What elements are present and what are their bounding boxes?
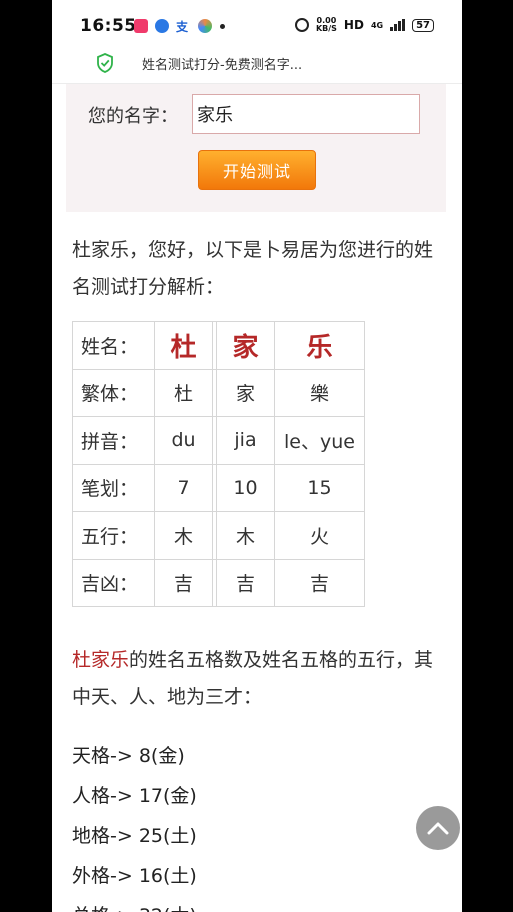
row-label: 姓名： [72, 321, 155, 370]
notification-app-icon [198, 19, 212, 33]
table-cell: jia [216, 416, 275, 465]
page-content[interactable]: 您的名字： 开始测试 杜家乐，您好，以下是卜易居为您进行的姓名测试打分解析： 姓… [52, 84, 462, 912]
table-cell: 杜 [154, 368, 213, 417]
table-row: 姓名：杜家乐 [72, 321, 365, 370]
more-notifications-dot-icon [220, 24, 225, 29]
table-row: 拼音： du jia le、yue [72, 416, 365, 465]
network-type: 4G [370, 20, 384, 30]
table-row: 笔划： 7 10 15 [72, 463, 365, 512]
table-cell: 吉 [274, 558, 365, 607]
table-cell: 10 [216, 463, 275, 512]
status-right-group: 0.00 KB/S HD 4G 57 [294, 17, 434, 33]
name-test-form: 您的名字： 开始测试 [66, 84, 446, 212]
wuge-intro: 杜家乐的姓名五格数及姓名五格的五行，其中天、人、地为三才： [72, 642, 442, 716]
table-cell: 15 [274, 463, 365, 512]
table-cell: 火 [274, 511, 365, 560]
table-cell: 木 [216, 511, 275, 560]
table-cell: 吉 [216, 558, 275, 607]
table-cell: 乐 [274, 321, 365, 370]
row-label: 吉凶： [72, 558, 155, 607]
table-row: 吉凶：吉吉吉 [72, 558, 365, 607]
alipay-icon: 支 [176, 20, 189, 34]
wuge-grid-list: 天格-> 8(金) 人格-> 17(金) 地格-> 25(土) 外格-> 16(土) 总… [72, 736, 197, 912]
scroll-top-button[interactable] [416, 806, 460, 850]
row-label: 繁体： [72, 368, 155, 417]
list-item: 人格-> 17(金) [72, 785, 197, 807]
table-cell: 家 [216, 321, 275, 370]
notification-app-icon [155, 19, 169, 33]
table-cell: 杜 [154, 321, 213, 370]
status-bar: 16:55 支 0.00 KB/S HD 4G 57 [52, 0, 462, 44]
table-row: 繁体：杜家樂 [72, 368, 365, 417]
table-cell: 家 [216, 368, 275, 417]
phone-screen: 16:55 支 0.00 KB/S HD 4G 57 姓名测试打分-免费测名字.… [52, 0, 462, 912]
chevron-up-icon [427, 822, 449, 835]
table-cell: 吉 [154, 558, 213, 607]
table-cell: 樂 [274, 368, 365, 417]
table-cell: 7 [154, 463, 213, 512]
page-title: 姓名测试打分-免费测名字... [142, 58, 303, 73]
table-cell: du [154, 416, 213, 465]
table-cell: 木 [154, 511, 213, 560]
list-item: 总格-> 32(木) [72, 896, 197, 912]
signal-icon [390, 19, 406, 31]
name-input[interactable] [192, 94, 420, 134]
notification-app-icon [134, 19, 148, 33]
address-bar[interactable]: 姓名测试打分-免费测名字... [52, 44, 462, 84]
list-item: 外格-> 16(土) [72, 865, 197, 887]
status-time: 16:55 [80, 16, 137, 36]
name-label: 您的名字： [88, 106, 178, 127]
row-label: 笔划： [72, 463, 155, 512]
battery-icon: 57 [412, 18, 434, 32]
hd-indicator: HD [343, 18, 364, 32]
row-label: 拼音： [72, 416, 155, 465]
name-analysis-table: 姓名：杜家乐繁体：杜家樂拼音： du jia le、yue 笔划： 7 10 15 五行：木木火… [72, 321, 365, 607]
net-speed: 0.00 KB/S [316, 17, 337, 33]
intro-text: 杜家乐，您好，以下是卜易居为您进行的姓名测试打分解析： [72, 239, 434, 298]
net-speed-unit: KB/S [315, 24, 337, 33]
shield-check-icon [97, 53, 113, 73]
table-row: 五行：木木火 [72, 511, 365, 560]
list-item: 天格-> 8(金) [72, 745, 185, 767]
list-item: 地格-> 25(土) [72, 825, 197, 847]
table-cell: le、yue [274, 416, 365, 465]
highlight-name: 杜家乐 [72, 649, 130, 671]
start-test-button[interactable]: 开始测试 [198, 150, 316, 190]
row-label: 五行： [72, 511, 155, 560]
alarm-icon [294, 18, 309, 32]
